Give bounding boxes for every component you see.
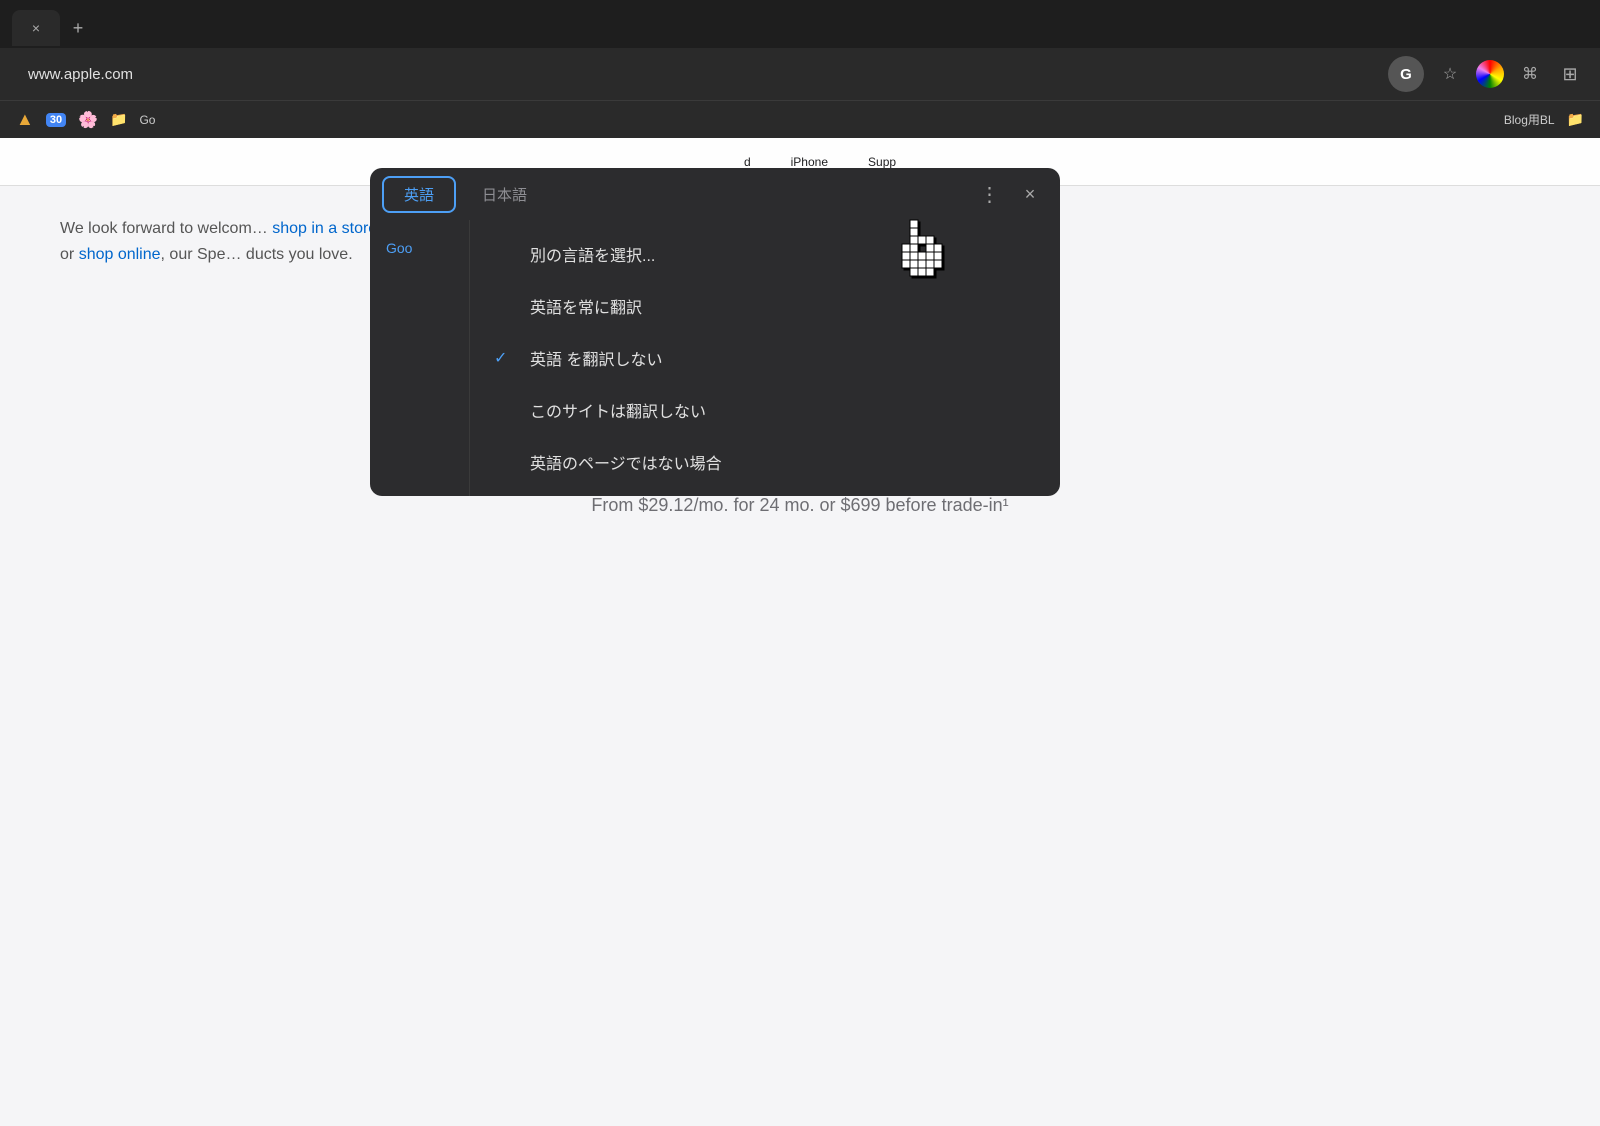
bookmark-blog[interactable]: Blog用BL <box>1504 111 1555 128</box>
nav-item-supp[interactable]: Supp <box>868 155 896 169</box>
address-icons: G ☆ ⌘ ⊞ <box>1388 56 1584 92</box>
bookmark-drive[interactable]: ▲ <box>16 109 34 130</box>
shop-in-store-link[interactable]: shop in a store <box>272 220 377 237</box>
translate-button[interactable]: G <box>1388 56 1424 92</box>
intro-text3: , our Spe <box>161 246 226 263</box>
bookmark-folder2[interactable]: 📁 <box>1567 111 1584 128</box>
menu-item-never-translate-site[interactable]: このサイトは翻訳しない <box>470 384 1060 436</box>
translate-source-area: Goo <box>370 220 470 496</box>
calendar-icon: 30 <box>46 113 66 127</box>
photos-icon: 🌸 <box>78 110 98 130</box>
tab-bar: × + <box>0 0 1600 48</box>
address-bar: www.apple.com G ☆ ⌘ ⊞ <box>0 48 1600 100</box>
target-language-button[interactable]: 日本語 <box>460 176 549 213</box>
nav-item-d[interactable]: d <box>744 155 751 169</box>
bookmark-calendar[interactable]: 30 <box>46 113 66 127</box>
shop-online-link[interactable]: shop online <box>79 246 161 263</box>
qr-code-button[interactable]: ⊞ <box>1556 60 1584 88</box>
menu-label-always-translate: 英語を常に翻訳 <box>530 294 642 318</box>
bookmark-folder1[interactable]: 📁 <box>110 111 127 128</box>
check-never-translate-lang: ✓ <box>494 348 514 368</box>
source-label: Goo <box>370 230 469 266</box>
translate-g-icon: G <box>1400 66 1412 83</box>
iphone-price: From $29.12/mo. for 24 mo. or $699 befor… <box>60 495 1540 516</box>
tab-close-button[interactable]: × <box>28 20 44 36</box>
browser-chrome: × + www.apple.com G ☆ ⌘ ⊞ ▲ 30 🌸 📁 <box>0 0 1600 138</box>
menu-label-not-english: 英語のページではない場合 <box>530 450 722 474</box>
intro-text1: We look forward to welcom <box>60 220 252 237</box>
menu-item-always-translate[interactable]: 英語を常に翻訳 <box>470 280 1060 332</box>
translate-dropdown: Goo 別の言語を選択... 英語を常に翻訳 ✓ 英語 を翻訳しない このサイト… <box>370 220 1060 496</box>
bookmarks-bar: ▲ 30 🌸 📁 Go Blog用BL 📁 <box>0 100 1600 138</box>
url-text: www.apple.com <box>28 66 133 83</box>
source-language-button[interactable]: 英語 <box>382 176 456 213</box>
folder2-icon: 📁 <box>1567 111 1584 128</box>
rainbow-icon[interactable] <box>1476 60 1504 88</box>
menu-item-never-translate-lang[interactable]: ✓ 英語 を翻訳しない <box>470 332 1060 384</box>
translate-close-button[interactable]: × <box>1012 176 1048 212</box>
extension-icon[interactable]: ⌘ <box>1512 56 1548 92</box>
url-input[interactable]: www.apple.com <box>16 56 1378 92</box>
google-label: Go <box>139 113 155 127</box>
menu-label-never-translate-lang: 英語 を翻訳しない <box>530 346 662 370</box>
menu-item-not-english[interactable]: 英語のページではない場合 <box>470 436 1060 488</box>
blog-label: Blog用BL <box>1504 111 1555 128</box>
intro-text4: ducts you love. <box>246 246 353 263</box>
menu-item-select-lang[interactable]: 別の言語を選択... <box>470 228 1060 280</box>
bookmark-photos[interactable]: 🌸 <box>78 110 98 130</box>
translate-bar: 英語 日本語 ⋮ × <box>370 168 1060 220</box>
translate-more-button[interactable]: ⋮ <box>972 176 1008 212</box>
intro-text2: or <box>60 246 74 263</box>
translate-popup: 英語 日本語 ⋮ × Goo 別の言語を選択... 英語を常に翻訳 ✓ 英語 を… <box>370 168 1060 496</box>
bookmark-star-button[interactable]: ☆ <box>1432 56 1468 92</box>
folder1-icon: 📁 <box>110 111 127 128</box>
nav-item-iphone[interactable]: iPhone <box>791 155 828 169</box>
translate-menu: 別の言語を選択... 英語を常に翻訳 ✓ 英語 を翻訳しない このサイトは翻訳し… <box>470 220 1060 496</box>
new-tab-button[interactable]: + <box>64 14 92 42</box>
bookmark-google[interactable]: Go <box>139 113 155 127</box>
menu-label-never-translate-site: このサイトは翻訳しない <box>530 398 706 422</box>
menu-label-select-lang: 別の言語を選択... <box>530 242 655 266</box>
active-tab: × <box>12 10 60 46</box>
drive-icon: ▲ <box>16 109 34 130</box>
